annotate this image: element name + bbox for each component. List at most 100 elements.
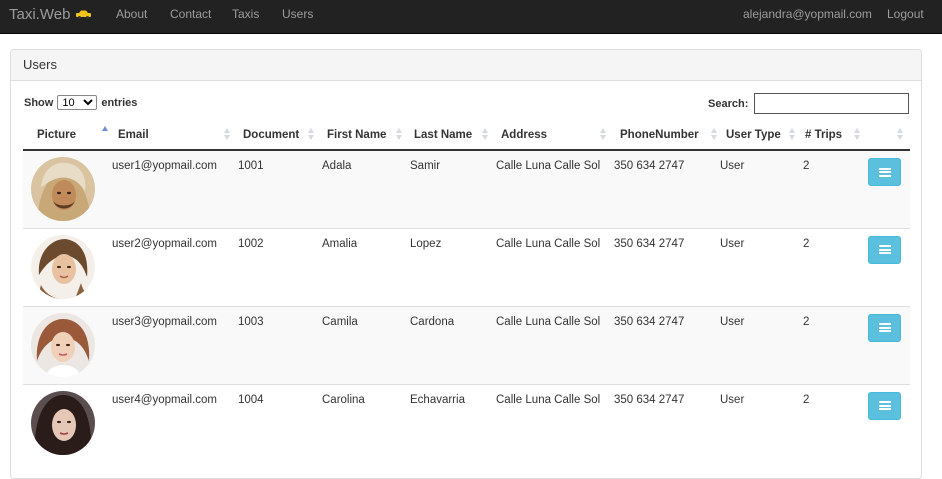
sort-icon	[224, 128, 231, 141]
cell-address: Calle Luna Calle Sol	[495, 149, 613, 228]
header-email-label: Email	[118, 128, 149, 141]
avatar-photo	[31, 312, 95, 377]
header-last-name[interactable]: Last Name	[409, 120, 495, 151]
entries-label: entries	[101, 96, 138, 109]
nav-link-contact[interactable]: Contact	[170, 7, 211, 21]
cell-picture	[23, 149, 111, 228]
header-actions[interactable]	[867, 120, 910, 151]
nav-link-taxis[interactable]: Taxis	[232, 7, 259, 21]
nav-user-email[interactable]: alejandra@yopmail.com	[743, 7, 872, 21]
avatar	[31, 157, 95, 221]
cell-trips: 2	[802, 305, 867, 384]
navbar: Taxi.Web About Contact Taxis Users aleja…	[0, 0, 942, 34]
cell-last-name: Echavarria	[409, 383, 495, 462]
cell-picture	[23, 227, 111, 306]
brand-text: Taxi.Web	[9, 6, 71, 23]
page-size-control: Show 10 entries	[24, 95, 137, 110]
header-last-name-label: Last Name	[414, 128, 473, 141]
header-phone[interactable]: PhoneNumber	[613, 120, 719, 151]
avatar-photo	[31, 390, 95, 455]
sort-icon	[897, 128, 904, 141]
cell-last-name: Cardona	[409, 305, 495, 384]
table-row: user3@yopmail.com 1003 Camila Cardona Ca…	[23, 305, 910, 384]
header-first-name-label: First Name	[327, 128, 387, 141]
cell-phone: 350 634 2747	[613, 305, 719, 384]
sort-icon	[711, 128, 718, 141]
cell-address: Calle Luna Calle Sol	[495, 383, 613, 462]
cell-last-name: Samir	[409, 149, 495, 228]
menu-icon	[878, 245, 891, 254]
users-table: Picture Email Document First Name Last N…	[23, 120, 910, 462]
cell-trips: 2	[802, 383, 867, 462]
table-row: user1@yopmail.com 1001 Adala Samir Calle…	[23, 149, 910, 228]
avatar	[31, 234, 95, 299]
nav-logout[interactable]: Logout	[887, 7, 924, 21]
cell-phone: 350 634 2747	[613, 227, 719, 306]
cell-first-name: Amalia	[321, 227, 409, 306]
menu-icon	[878, 323, 891, 332]
cell-first-name: Adala	[321, 149, 409, 228]
menu-icon	[878, 167, 891, 177]
cell-email: user4@yopmail.com	[111, 383, 237, 462]
cell-email: user2@yopmail.com	[111, 227, 237, 306]
brand-link[interactable]: Taxi.Web	[9, 6, 92, 23]
row-details-button[interactable]	[868, 391, 901, 420]
header-email[interactable]: Email	[111, 120, 237, 151]
cell-email: user3@yopmail.com	[111, 305, 237, 384]
search-input[interactable]	[754, 93, 910, 114]
page-size-select[interactable]: 10	[57, 95, 98, 110]
header-document[interactable]: Document	[237, 120, 321, 151]
cell-actions	[867, 383, 910, 462]
panel-title: Users	[11, 50, 921, 81]
cell-picture	[23, 383, 111, 462]
row-details-button[interactable]	[868, 313, 901, 342]
row-details-button[interactable]	[868, 235, 901, 264]
cell-user-type: User	[719, 383, 802, 462]
sort-icon	[854, 128, 861, 141]
header-address[interactable]: Address	[495, 120, 613, 151]
cell-picture	[23, 305, 111, 384]
sort-icon	[396, 128, 403, 141]
sort-asc-icon	[102, 126, 109, 139]
header-trips-label: # Trips	[805, 128, 843, 141]
cell-phone: 350 634 2747	[613, 149, 719, 228]
cell-actions	[867, 149, 910, 228]
cell-last-name: Lopez	[409, 227, 495, 306]
nav-link-users[interactable]: Users	[282, 7, 313, 21]
nav-link-about[interactable]: About	[116, 7, 147, 21]
header-trips[interactable]: # Trips	[802, 120, 867, 151]
cell-user-type: User	[719, 227, 802, 306]
cell-email: user1@yopmail.com	[111, 149, 237, 228]
table-row: user4@yopmail.com 1004 Carolina Echavarr…	[23, 383, 910, 462]
cell-trips: 2	[802, 149, 867, 228]
cell-actions	[867, 305, 910, 384]
header-first-name[interactable]: First Name	[321, 120, 409, 151]
avatar-photo	[31, 234, 95, 299]
table-header-row: Picture Email Document First Name Last N…	[23, 120, 910, 151]
cell-address: Calle Luna Calle Sol	[495, 227, 613, 306]
taxi-icon	[76, 10, 92, 19]
header-picture[interactable]: Picture	[23, 120, 111, 151]
header-phone-label: PhoneNumber	[620, 128, 699, 141]
cell-address: Calle Luna Calle Sol	[495, 305, 613, 384]
header-picture-label: Picture	[37, 128, 76, 141]
cell-first-name: Carolina	[321, 383, 409, 462]
sort-icon	[482, 128, 489, 141]
header-user-type[interactable]: User Type	[719, 120, 802, 151]
cell-phone: 350 634 2747	[613, 383, 719, 462]
header-address-label: Address	[501, 128, 548, 141]
avatar-photo	[31, 157, 95, 221]
search-control: Search:	[708, 93, 910, 114]
row-details-button[interactable]	[868, 158, 901, 186]
cell-document: 1001	[237, 149, 321, 228]
users-panel: Users Show 10 entries Search: Picture Em…	[10, 49, 922, 479]
cell-document: 1002	[237, 227, 321, 306]
show-label: Show	[24, 96, 54, 109]
cell-user-type: User	[719, 149, 802, 228]
avatar	[31, 390, 95, 455]
cell-document: 1003	[237, 305, 321, 384]
cell-document: 1004	[237, 383, 321, 462]
cell-trips: 2	[802, 227, 867, 306]
menu-icon	[878, 401, 891, 410]
header-document-label: Document	[243, 128, 300, 141]
